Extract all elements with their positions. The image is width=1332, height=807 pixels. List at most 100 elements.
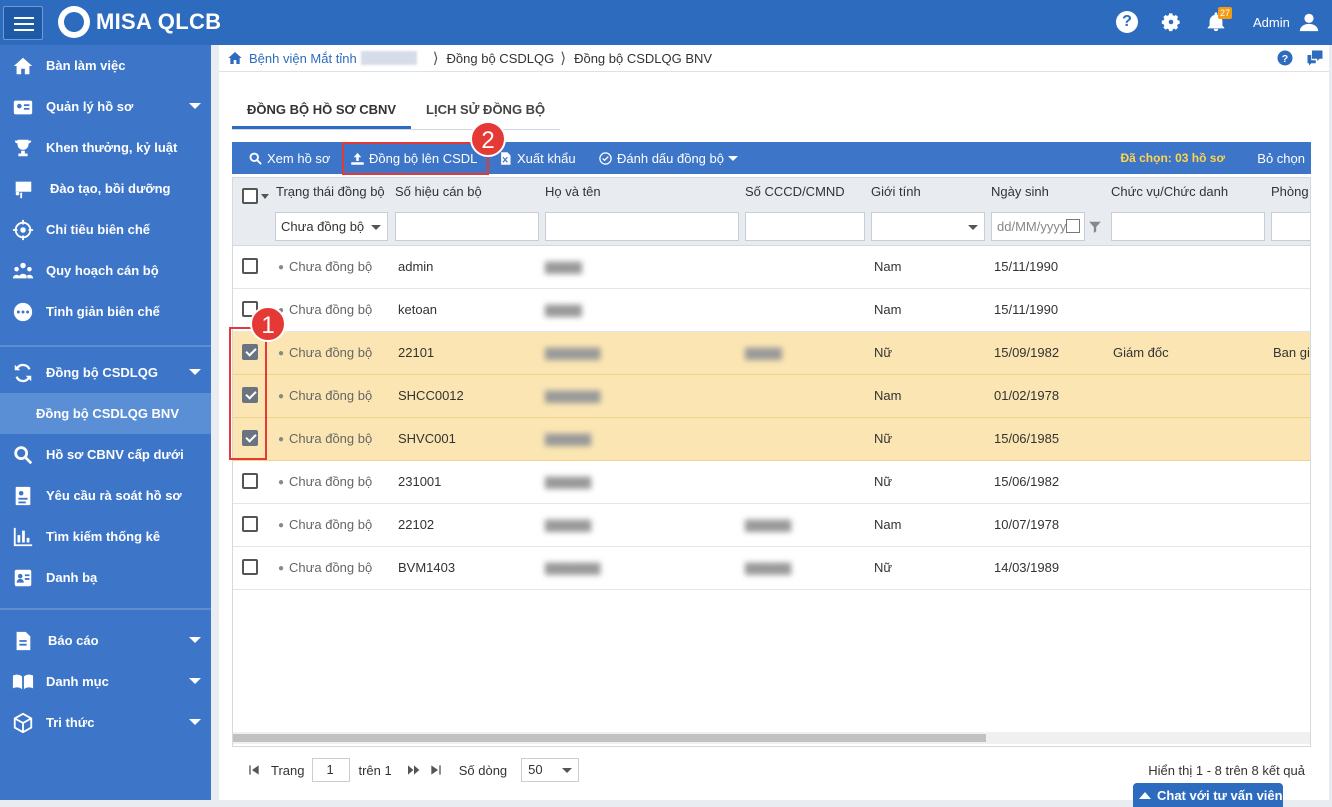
next-page-icon[interactable] (406, 762, 422, 778)
column-gender[interactable]: Giới tính (871, 184, 921, 199)
sidebar-item-reports[interactable]: Báo cáo (0, 620, 211, 661)
selected-count: Đã chọn: 03 hồ sơ (1120, 151, 1225, 165)
home-icon[interactable] (227, 50, 243, 66)
chat-with-advisor-button[interactable]: Chat với tư vấn viên (1133, 783, 1283, 807)
breadcrumb-current: Đồng bộ CSDLQG BNV (574, 50, 713, 66)
column-position[interactable]: Chức vụ/Chức danh (1111, 184, 1228, 199)
gender: Nữ (874, 431, 893, 446)
sidebar-item-label: Bàn làm việc (46, 58, 126, 73)
review-request-icon (15, 486, 31, 505)
row-checkbox[interactable] (242, 559, 258, 575)
column-status[interactable]: Trạng thái đồng bộ (276, 184, 385, 199)
table-row[interactable]: Chưa đồng bộ 22102 ▇▇▇▇▇ ▇▇▇▇▇ Nam 10/07… (233, 504, 1310, 547)
user-name[interactable]: Admin (1253, 15, 1290, 30)
column-employee-code[interactable]: Số hiệu cán bộ (395, 184, 482, 199)
help-icon[interactable]: ? (1116, 11, 1138, 33)
column-birth-date[interactable]: Ngày sinh (991, 184, 1049, 199)
gender: Nam (874, 388, 902, 403)
breadcrumb-sync[interactable]: Đồng bộ CSDLQG (447, 51, 555, 66)
sidebar-item-label: Tri thức (46, 715, 95, 730)
gear-icon[interactable] (1160, 11, 1182, 33)
sidebar-item-downsizing[interactable]: Tinh giản biên chế (0, 291, 211, 332)
sidebar-item-knowledge[interactable]: Tri thức (0, 702, 211, 743)
sync-icon (14, 363, 32, 382)
sidebar-item-quota[interactable]: Chỉ tiêu biên chế (0, 209, 211, 250)
breadcrumb-unit[interactable]: Bệnh viện Mắt tỉnh (249, 51, 357, 66)
select-all-checkbox[interactable] (242, 188, 258, 204)
table-row[interactable]: Chưa đồng bộ 231001 ▇▇▇▇▇ Nữ 15/06/1982 (233, 461, 1310, 504)
sync-status: Chưa đồng bộ (278, 517, 372, 532)
sidebar-item-label: Chỉ tiêu biên chế (46, 222, 151, 237)
table-row[interactable]: Chưa đồng bộ BVM1403 ▇▇▇▇▇▇ ▇▇▇▇▇ Nữ 14/… (233, 547, 1310, 590)
sidebar-item-label: Tinh giản biên chế (46, 304, 160, 319)
status-filter-select[interactable]: Chưa đồng bộ (275, 212, 388, 241)
team-icon (12, 262, 34, 278)
menu-toggle-icon[interactable] (3, 6, 43, 40)
mark-synced-button[interactable]: Đánh dấu đồng bộ (598, 142, 738, 174)
scrollbar-thumb[interactable] (233, 734, 986, 742)
employee-code-filter-input[interactable] (395, 212, 539, 241)
gender-filter-select[interactable] (871, 212, 985, 241)
page-input[interactable]: 1 (312, 758, 351, 782)
column-full-name[interactable]: Họ và tên (545, 184, 601, 199)
tab-sync-profiles[interactable]: ĐỒNG BỘ HỒ SƠ CBNV (232, 100, 412, 129)
callout-box-checkboxes (229, 327, 267, 460)
sidebar-item-label: Tìm kiếm thống kê (46, 529, 161, 544)
table-row[interactable]: Chưa đồng bộ 22101 ▇▇▇▇▇▇ ▇▇▇▇ Nữ 15/09/… (233, 332, 1310, 375)
sidebar-item-training[interactable]: Đào tạo, bồi dưỡng (0, 168, 211, 209)
filter-icon[interactable] (1088, 220, 1102, 234)
export-button[interactable]: Xuất khẩu (498, 142, 576, 174)
table-row[interactable]: Chưa đồng bộ SHVC001 ▇▇▇▇▇ Nữ 15/06/1985 (233, 418, 1310, 461)
gender: Nữ (874, 474, 893, 489)
gender: Nam (874, 517, 902, 532)
first-page-icon[interactable] (246, 762, 262, 778)
redacted-full-name: ▇▇▇▇▇ (545, 518, 592, 532)
row-checkbox[interactable] (242, 473, 258, 489)
employee-code: 22101 (398, 345, 435, 360)
table-row[interactable]: Chưa đồng bộ SHCC0012 ▇▇▇▇▇▇ Nam 01/02/1… (233, 375, 1310, 418)
sidebar-item-label: Đào tạo, bồi dưỡng (50, 181, 171, 196)
sidebar-item-desk[interactable]: Bàn làm việc (0, 45, 211, 86)
id-number-filter-input[interactable] (745, 212, 865, 241)
user-icon[interactable] (1298, 11, 1320, 33)
employee-code: ketoan (398, 302, 438, 317)
help-icon[interactable]: ? (1276, 49, 1294, 67)
chevron-down-icon[interactable] (261, 194, 269, 199)
page-total: trên 1 (358, 762, 392, 778)
horizontal-scrollbar[interactable] (233, 732, 1310, 744)
last-page-icon[interactable] (428, 762, 444, 778)
sidebar-item-profiles[interactable]: Quản lý hồ sơ (0, 86, 211, 127)
calendar-icon[interactable] (1066, 219, 1080, 233)
excel-export-icon (501, 151, 511, 165)
employee-code: BVM1403 (398, 560, 456, 575)
sidebar-item-sync[interactable]: Đồng bộ CSDLQG (0, 352, 211, 393)
chevron-down-icon (189, 637, 201, 643)
sidebar-item-contacts[interactable]: Danh bạ (0, 557, 211, 598)
row-checkbox[interactable] (242, 258, 258, 274)
department-filter-input[interactable] (1271, 212, 1310, 241)
birth-date: 15/09/1982 (994, 345, 1060, 360)
table-row[interactable]: Chưa đồng bộ admin ▇▇▇▇ Nam 15/11/1990 (233, 246, 1310, 289)
table-row[interactable]: Chưa đồng bộ ketoan ▇▇▇▇ Nam 15/11/1990 (233, 289, 1310, 332)
position-filter-input[interactable] (1111, 212, 1265, 241)
deselect-button[interactable]: Bỏ chọn (1257, 151, 1305, 166)
sidebar-item-rewards[interactable]: Khen thưởng, kỷ luật (0, 127, 211, 168)
rows-per-page-select[interactable]: 50 (521, 758, 580, 782)
sidebar-item-review-requests[interactable]: Yêu cầu rà soát hồ sơ (0, 475, 211, 516)
full-name-filter-input[interactable] (545, 212, 739, 241)
sidebar-item-sync-bnv[interactable]: Đồng bộ CSDLQG BNV (0, 393, 211, 434)
sidebar-item-statistics[interactable]: Tìm kiếm thống kê (0, 516, 211, 557)
birth-date-filter-input[interactable]: dd/MM/yyyy (991, 212, 1085, 241)
sidebar-item-planning[interactable]: Quy hoạch cán bộ (0, 250, 211, 291)
feedback-icon[interactable] (1306, 49, 1324, 67)
sidebar-item-subordinate-profiles[interactable]: Hồ sơ CBNV cấp dưới (0, 434, 211, 475)
column-id-number[interactable]: Số CCCD/CMND (745, 184, 845, 199)
column-department[interactable]: Phòng (1271, 184, 1309, 199)
sync-status: Chưa đồng bộ (278, 474, 372, 489)
view-profile-button[interactable]: Xem hồ sơ (248, 142, 330, 174)
sidebar-item-categories[interactable]: Danh mục (0, 661, 211, 702)
row-checkbox[interactable] (242, 516, 258, 532)
sidebar-divider (0, 345, 211, 347)
sync-status: Chưa đồng bộ (278, 345, 372, 360)
redacted-unit-name (360, 51, 417, 65)
